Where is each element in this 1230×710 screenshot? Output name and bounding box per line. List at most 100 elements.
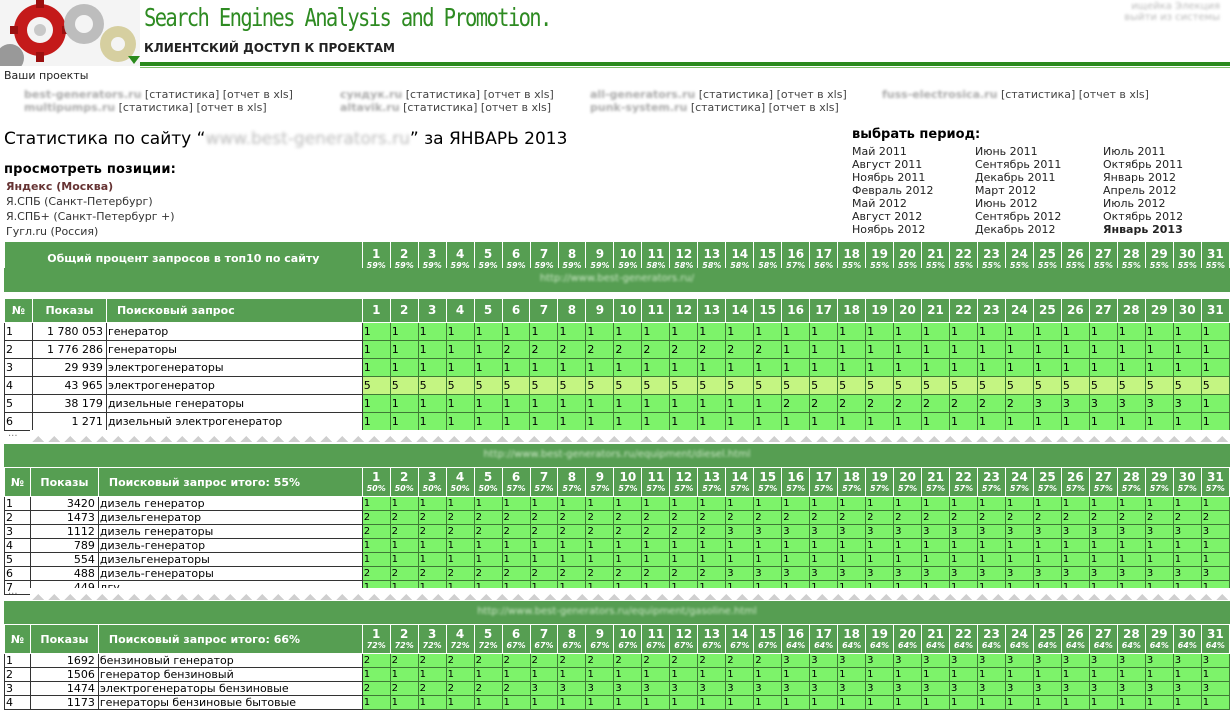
project-domain-link[interactable]: altavik.ru <box>340 101 400 114</box>
day-number: 20 <box>899 246 916 261</box>
engine-link[interactable]: Я.СПБ+ (Санкт-Петербург +) <box>6 210 175 223</box>
engine-link[interactable]: Гугл.ru (Россия) <box>6 225 98 238</box>
period-link[interactable]: Март 2012 <box>975 184 1036 197</box>
position-cell: 2 <box>837 394 867 413</box>
period-link[interactable]: Ноябрь 2011 <box>852 171 925 184</box>
day-number: 28 <box>1122 470 1140 484</box>
position-cell: 1 <box>948 412 978 431</box>
project-domain-link[interactable]: all-generators.ru <box>590 88 695 101</box>
project-xls-link[interactable]: [отчет в xls] <box>484 88 554 101</box>
position-cell: 1 <box>1144 412 1174 431</box>
page-url[interactable]: http://www.best-generators.ru/equipment/… <box>4 606 1230 617</box>
period-link[interactable]: Май 2011 <box>852 145 907 158</box>
project-stat-link[interactable]: [статистика] <box>145 88 219 101</box>
day-header: 17 64% <box>809 624 839 654</box>
project-domain-link[interactable]: сундук.ru <box>340 88 402 101</box>
period-link[interactable]: Январь 2012 <box>1103 171 1176 184</box>
position-cell: 1 <box>389 667 419 682</box>
more-rows[interactable]: ... <box>4 587 1230 600</box>
project-stat-link[interactable]: [статистика] <box>1001 88 1075 101</box>
page-url[interactable]: http://www.best-generators.ru/ <box>4 273 1230 284</box>
period-link[interactable]: Июль 2011 <box>1103 145 1166 158</box>
position-cell: 3 <box>1172 681 1202 696</box>
project-xls-link[interactable]: [отчет в xls] <box>196 101 266 114</box>
position-cell: 2 <box>865 510 895 525</box>
position-cell: 1 <box>1172 358 1202 377</box>
position-cell: 1 <box>641 538 671 553</box>
position-cell: 1 <box>389 358 419 377</box>
day-number: 22 <box>955 246 972 261</box>
project-domain-link[interactable]: multipumps.ru <box>24 101 115 114</box>
period-link[interactable]: Октябрь 2012 <box>1103 210 1183 223</box>
position-cell: 3 <box>1116 681 1146 696</box>
period-link[interactable]: Декабрь 2012 <box>975 223 1056 236</box>
position-cell: 1 <box>725 552 755 567</box>
period-link[interactable]: Сентябрь 2011 <box>975 158 1061 171</box>
position-cell: 1 <box>921 340 950 359</box>
day-number: 13 <box>703 627 721 641</box>
project-stat-link[interactable]: [статистика] <box>403 101 477 114</box>
position-cell: 1 <box>389 552 419 567</box>
position-cell: 1 <box>501 394 531 413</box>
day-header: 9 57% <box>585 467 615 497</box>
day-number: 21 <box>927 627 944 641</box>
day-number: 13 <box>703 470 721 484</box>
period-link[interactable]: Февраль 2012 <box>852 184 933 197</box>
period-link[interactable]: Апрель 2012 <box>1103 184 1176 197</box>
day-number: 29 <box>1150 627 1168 641</box>
day-number: 10 <box>619 246 637 261</box>
project-stat-link[interactable]: [статистика] <box>406 88 480 101</box>
position-cell: 1 <box>361 667 391 682</box>
day-number: 2 <box>399 627 409 641</box>
day-header: 1 72% <box>361 624 391 654</box>
project-domain-link[interactable]: fuss-electrosica.ru <box>882 88 997 101</box>
position-cell: 2 <box>613 524 643 539</box>
position-cell: 1 <box>1200 496 1230 511</box>
period-link[interactable]: Январь 2013 <box>1103 223 1183 236</box>
project-xls-link[interactable]: [отчет в xls] <box>481 101 551 114</box>
period-link[interactable]: Октябрь 2011 <box>1103 158 1183 171</box>
position-cell: 2 <box>473 566 503 581</box>
day-number: 3 <box>427 470 437 484</box>
project-xls-link[interactable]: [отчет в xls] <box>769 101 839 114</box>
project-stat-link[interactable]: [статистика] <box>699 88 773 101</box>
position-cell: 2 <box>921 510 951 525</box>
period-link[interactable]: Сентябрь 2012 <box>975 210 1061 223</box>
day-percent: 57% <box>1065 484 1085 493</box>
position-cell: 5 <box>921 376 950 395</box>
project-stat-link[interactable]: [статистика] <box>691 101 765 114</box>
period-link[interactable]: Август 2011 <box>852 158 922 171</box>
position-cell: 2 <box>557 566 587 581</box>
col-query-header: Поисковый запрос итого: 55% <box>97 467 363 497</box>
period-link[interactable]: Май 2012 <box>852 197 907 210</box>
engine-link[interactable]: Я.СПБ (Санкт-Петербург) <box>6 195 153 208</box>
project-xls-link[interactable]: [отчет в xls] <box>777 88 847 101</box>
project-domain-link[interactable]: punk-system.ru <box>590 101 687 114</box>
day-number: 31 <box>1207 246 1224 261</box>
position-cell: 3 <box>1032 394 1062 413</box>
period-link[interactable]: Август 2012 <box>852 210 922 223</box>
project-xls-link[interactable]: [отчет в xls] <box>1079 88 1149 101</box>
period-link[interactable]: Июнь 2012 <box>975 197 1038 210</box>
period-link[interactable]: Декабрь 2011 <box>975 171 1056 184</box>
period-link[interactable]: Ноябрь 2012 <box>852 223 925 236</box>
row-shows: 488 <box>29 566 99 581</box>
project-xls-link[interactable]: [отчет в xls] <box>223 88 293 101</box>
position-cell: 1 <box>585 667 615 682</box>
period-link[interactable]: Июнь 2011 <box>975 145 1038 158</box>
page-url[interactable]: http://www.best-generators.ru/equipment/… <box>4 449 1230 460</box>
project-domain-link[interactable]: best-generators.ru <box>24 88 141 101</box>
project-stat-link[interactable]: [статистика] <box>119 101 193 114</box>
position-cell: 2 <box>501 524 531 539</box>
engine-link[interactable]: Яндекс (Москва) <box>6 180 113 193</box>
day-percent: 57% <box>842 484 862 493</box>
position-cell: 1 <box>725 695 755 710</box>
more-rows[interactable]: ... <box>4 429 1230 442</box>
position-cell: 2 <box>641 340 671 359</box>
day-number: 3 <box>427 246 437 261</box>
position-cell: 2 <box>361 510 391 525</box>
day-header: 17 57% <box>809 467 839 497</box>
logout-link[interactable]: выйти из системы <box>1124 12 1220 23</box>
period-link[interactable]: Июль 2012 <box>1103 197 1166 210</box>
day-header: 24 <box>1004 298 1034 323</box>
